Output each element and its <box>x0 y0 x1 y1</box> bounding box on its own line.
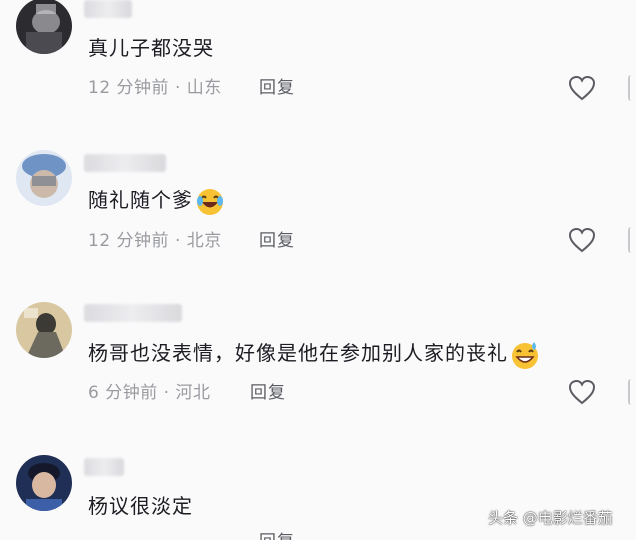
reply-button[interactable]: 回复 <box>259 530 295 540</box>
watermark: 头条 @电影烂番茄 <box>488 509 613 527</box>
heart-icon[interactable] <box>568 75 596 101</box>
heart-icon[interactable] <box>568 227 596 253</box>
user-avatar-image <box>16 455 72 511</box>
comment-location: 北京 <box>186 231 222 251</box>
comment-meta: 6 分钟前 · 河北 <box>88 381 210 405</box>
comment-text-content: 杨哥也没表情，好像是他在参加别人家的丧礼 <box>88 341 508 365</box>
meta-separator: · <box>163 383 170 403</box>
avatar[interactable] <box>16 150 72 206</box>
comment-text: 杨哥也没表情，好像是他在参加别人家的丧礼 <box>88 339 540 370</box>
meta-separator: · <box>174 78 181 98</box>
comment-text: 真儿子都没哭 <box>88 36 214 60</box>
avatar[interactable] <box>16 302 72 358</box>
avatar[interactable] <box>16 455 72 511</box>
username-blurred[interactable] <box>84 0 132 18</box>
reply-button[interactable]: 回复 <box>250 381 286 405</box>
reply-button[interactable]: 回复 <box>259 76 295 100</box>
side-edge <box>628 379 634 405</box>
laughing-tears-emoji-icon <box>197 188 223 215</box>
grinning-sweat-emoji-icon <box>512 341 538 369</box>
comment-text: 随礼随个爹 <box>88 186 225 217</box>
comment-time: 6 分钟前 <box>88 383 158 403</box>
comment-time: 12 分钟前 <box>88 231 170 251</box>
comment-meta: 12 分钟前 · 山东 <box>88 76 222 100</box>
side-edge <box>628 227 634 253</box>
reply-button[interactable]: 回复 <box>259 229 295 253</box>
user-avatar-image <box>16 150 72 206</box>
user-avatar-image <box>16 0 72 54</box>
heart-icon[interactable] <box>568 379 596 405</box>
comment-location: 山东 <box>186 78 222 98</box>
comment-location: 河北 <box>175 383 211 403</box>
meta-separator: · <box>174 231 181 251</box>
comment-time: 12 分钟前 <box>88 78 170 98</box>
user-avatar-image <box>16 302 72 358</box>
comment-meta: 12 分钟前 · 北京 <box>88 229 222 253</box>
username-blurred[interactable] <box>84 458 124 476</box>
username-blurred[interactable] <box>84 304 182 322</box>
comment-text-content: 随礼随个爹 <box>88 188 193 212</box>
username-blurred[interactable] <box>84 154 166 172</box>
avatar[interactable] <box>16 0 72 54</box>
side-edge <box>628 75 634 101</box>
comment-text: 杨议很淡定 <box>88 494 193 518</box>
